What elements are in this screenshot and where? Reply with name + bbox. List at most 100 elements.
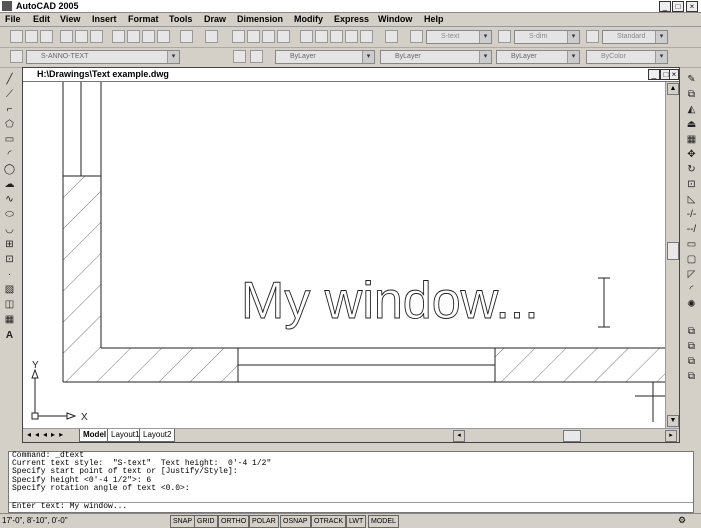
ellipse-icon[interactable]: ⬭ [3,209,16,221]
join-icon[interactable]: ▢ [685,254,698,266]
color-select[interactable]: ByLayer ▾ [275,50,375,64]
maximize-icon[interactable]: □ [672,1,684,12]
close-icon[interactable]: × [686,1,698,12]
scroll-thumb[interactable] [667,242,679,260]
zoom-previous-icon[interactable] [277,30,290,43]
make-block-icon[interactable]: ⊡ [3,254,16,266]
h-scroll-thumb[interactable] [563,430,581,442]
pan-icon[interactable] [232,30,245,43]
linetype-select[interactable]: ByLayer ▾ [380,50,492,64]
minimize-icon[interactable]: _ [648,69,660,80]
lwt-toggle[interactable]: LWT [346,515,367,528]
construction-line-icon[interactable]: ⟋ [3,89,16,101]
scroll-left-icon[interactable]: ◂ [453,430,465,442]
move-icon[interactable]: ✥ [685,149,698,161]
cut-icon[interactable] [112,30,125,43]
ellipse-arc-icon[interactable]: ◡ [3,224,16,236]
command-input[interactable]: Enter text: My window... [9,502,693,512]
snap-toggle[interactable]: SNAP [170,515,196,528]
close-icon[interactable]: × [669,69,679,80]
chamfer-icon[interactable]: ◸ [685,269,698,281]
ortho-toggle[interactable]: ORTHO [218,515,250,528]
scale-icon[interactable]: ⊡ [685,179,698,191]
copy-object-icon[interactable]: ⧉ [685,89,698,101]
save-icon[interactable] [40,30,53,43]
plot-preview-icon[interactable] [75,30,88,43]
menu-format[interactable]: Format [128,12,159,26]
markup-icon[interactable] [360,30,373,43]
array-icon[interactable]: ▦ [685,134,698,146]
scroll-up-icon[interactable]: ▲ [667,83,679,95]
dim-style-icon[interactable] [498,30,511,43]
osnap-toggle[interactable]: OSNAP [280,515,311,528]
menu-draw[interactable]: Draw [204,12,226,26]
line-icon[interactable]: ╱ [3,74,16,86]
table-icon[interactable]: ▦ [3,314,16,326]
scroll-right-icon[interactable]: ▸ [665,430,677,442]
drawing-canvas[interactable]: My window... Y X [23,82,665,428]
publish-icon[interactable] [90,30,103,43]
minimize-icon[interactable]: _ [659,1,671,12]
table-style-icon[interactable] [586,30,599,43]
offset-icon[interactable]: ⏏ [685,119,698,131]
otrack-toggle[interactable]: OTRACK [311,515,347,528]
polyline-icon[interactable]: ⌐ [3,104,16,116]
erase-icon[interactable]: ✎ [685,74,698,86]
polygon-icon[interactable]: ⬠ [3,119,16,131]
copy-icon[interactable] [127,30,140,43]
menu-dimension[interactable]: Dimension [237,12,283,26]
tool-palettes-icon[interactable] [330,30,343,43]
mirror-icon[interactable]: ◭ [685,104,698,116]
text-style-icon[interactable] [410,30,423,43]
text-style-select[interactable]: S-text ▾ [426,30,492,44]
lineweight-select[interactable]: ByLayer ▾ [496,50,580,64]
menu-window[interactable]: Window [378,12,412,26]
bring-above-icon[interactable]: ⧉ [685,341,698,353]
point-icon[interactable]: · [3,269,16,281]
properties-icon[interactable] [300,30,313,43]
grid-toggle[interactable]: GRID [194,515,218,528]
undo-icon[interactable] [180,30,193,43]
region-icon[interactable]: ◫ [3,299,16,311]
spline-icon[interactable]: ∿ [3,194,16,206]
zoom-realtime-icon[interactable] [247,30,260,43]
drawing-text[interactable]: My window... [241,272,540,331]
trim-icon[interactable]: -/- [685,209,698,221]
arc-icon[interactable]: ◜ [3,149,16,161]
tab-model[interactable]: Model [79,429,111,442]
menu-express[interactable]: Express [334,12,369,26]
rotate-icon[interactable]: ↻ [685,164,698,176]
tab-layout1[interactable]: Layout1 [107,429,144,442]
polar-toggle[interactable]: POLAR [249,515,279,528]
explode-icon[interactable]: ✺ [685,299,698,311]
break-icon[interactable]: ▭ [685,239,698,251]
layer-select[interactable]: S-ANNO-TEXT ▾ [26,50,180,64]
zoom-window-icon[interactable] [262,30,275,43]
multiline-text-icon[interactable]: A [3,330,16,342]
menu-modify[interactable]: Modify [294,12,323,26]
fillet-icon[interactable]: ◜ [685,284,698,296]
extend-icon[interactable]: --/ [685,224,698,236]
draw-order-icon[interactable]: ⧉ [685,326,698,338]
send-back-icon[interactable]: ⧉ [685,371,698,383]
match-properties-icon[interactable] [157,30,170,43]
stretch-icon[interactable]: ◺ [685,194,698,206]
vertical-scrollbar[interactable]: ▲ ▼ [665,82,679,428]
rectangle-icon[interactable]: ▭ [3,134,16,146]
tab-layout2[interactable]: Layout2 [139,429,176,442]
make-current-layer-icon[interactable] [233,50,246,63]
insert-block-icon[interactable]: ⊞ [3,239,16,251]
hatch-icon[interactable]: ▨ [3,284,16,296]
table-style-select[interactable]: Standard ▾ [602,30,668,44]
revision-cloud-icon[interactable]: ☁ [3,179,16,191]
new-icon[interactable] [10,30,23,43]
menu-edit[interactable]: Edit [33,12,50,26]
menu-insert[interactable]: Insert [92,12,117,26]
tab-nav-arrows-icon[interactable]: ◂◂◂▸▸ [27,429,67,441]
scroll-down-icon[interactable]: ▼ [667,415,679,427]
sheet-set-icon[interactable] [345,30,358,43]
menu-file[interactable]: File [5,12,21,26]
menu-view[interactable]: View [60,12,80,26]
plotstyle-select[interactable]: ByColor ▾ [586,50,668,64]
tray-settings-icon[interactable]: ⚙ [678,515,686,526]
